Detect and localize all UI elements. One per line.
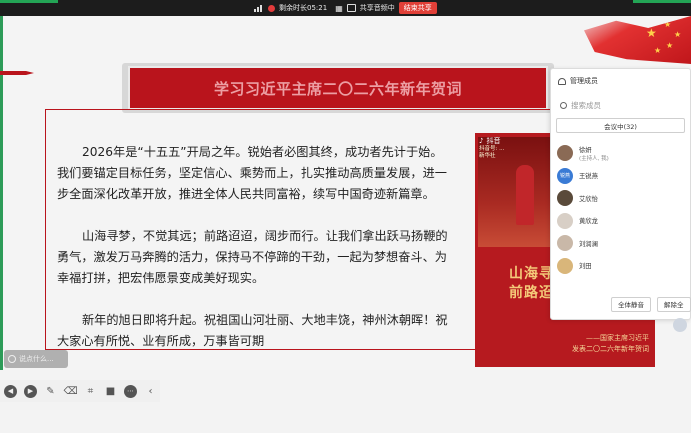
screenshot-icon[interactable]: ⌗ xyxy=(84,385,97,398)
account-name: 新华社 xyxy=(479,153,496,159)
paragraph-1: 2026年是“十五五”开局之年。锐始者必图其终，成功者先计于始。我们要锚定目标任… xyxy=(57,145,447,201)
prev-icon[interactable]: ◀ xyxy=(4,384,17,398)
flag-star-icon: ★ xyxy=(664,20,672,29)
unmute-all-button[interactable]: 解除全 xyxy=(657,296,691,312)
pen-icon[interactable]: ✎ xyxy=(44,385,57,398)
share-status: 共享音频中 xyxy=(359,4,395,12)
members-panel: 管理成员 搜索成员 会议中(32) 徐妍 (主持人, 我) 锐燕 王锐燕 艾欣怡 黄欣龙刘… xyxy=(550,68,691,320)
member-row[interactable]: 黄欣龙 xyxy=(551,210,690,233)
paragraph-3: 新年的旭日即将升起。祝祖国山河壮丽、大地丰饶，神州沐朝晖！祝大家心有所悦、业有所… xyxy=(57,313,448,348)
member-name: 黄欣龙 xyxy=(579,218,598,226)
sign-line-1: ——国家主席习近平 xyxy=(586,334,649,342)
bottom-area-right xyxy=(160,370,691,433)
slide-title-box: 学习习近平主席二〇二六年新年贺词 xyxy=(128,66,548,110)
avatar xyxy=(557,190,573,207)
sign-line-2: 发表二〇二六年新年贺词 xyxy=(572,345,649,353)
douyin-logo-icon: ♪ xyxy=(479,137,484,145)
red-flag-decoration: ★ ★ ★ ★ ★ xyxy=(584,16,691,64)
chat-placeholder: 说点什么... xyxy=(19,355,54,363)
chat-input[interactable]: 说点什么... xyxy=(4,350,68,368)
panel-footer: 全体静音 解除全 xyxy=(551,289,691,319)
member-row[interactable]: 刘田 xyxy=(551,255,690,278)
douyin-badge: ♪ 抖音 xyxy=(479,136,500,146)
member-role: (主持人, 我) xyxy=(579,155,609,162)
member-row[interactable]: 锐燕 王锐燕 xyxy=(551,165,690,188)
annotation-toolbar: ◀ ▶ ✎ ⌫ ⌗ ■ ⋯ ‹ xyxy=(0,380,160,402)
member-name: 艾欣怡 xyxy=(579,195,598,203)
search-input[interactable]: 搜索成员 xyxy=(571,100,601,111)
screen: 剩余时长05:21 ▦ 共享音频中 结束共享 ★ ★ ★ ★ ★ 学习习近平主席… xyxy=(0,0,691,433)
member-name: 徐妍 xyxy=(579,146,592,154)
more-icon[interactable]: ⋯ xyxy=(124,384,137,398)
flag-star-icon: ★ xyxy=(674,30,682,39)
tab-in-meeting[interactable]: 会议中(32) xyxy=(556,118,685,133)
arrow-decoration xyxy=(0,71,34,75)
remaining-time: 剩余时长05:21 xyxy=(279,4,328,12)
account-id: 抖音号: ... xyxy=(479,146,505,152)
avatar xyxy=(557,257,573,274)
member-list: 徐妍 (主持人, 我) 锐燕 王锐燕 艾欣怡 黄欣龙 刘润澜 刘田 xyxy=(551,142,690,277)
poster-signature: ——国家主席习近平 发表二〇二六年新年贺词 xyxy=(519,333,649,355)
layout-icon[interactable]: ▦ xyxy=(335,4,343,13)
meeting-controls: 剩余时长05:21 ▦ 共享音频中 结束共享 xyxy=(254,1,437,15)
mute-all-button[interactable]: 全体静音 xyxy=(611,296,651,312)
flag-star-icon: ★ xyxy=(666,41,674,50)
poster-account: 抖音号: ... 新华社 xyxy=(479,146,504,160)
meeting-top-bar: 剩余时长05:21 ▦ 共享音频中 结束共享 xyxy=(0,0,691,16)
paragraph-2: 山海寻梦，不觉其远；前路迢迢，阔步而行。让我们拿出跃马扬鞭的勇气，激发万马奔腾的… xyxy=(57,229,448,285)
member-search[interactable]: 搜索成员 xyxy=(556,96,685,114)
members-icon xyxy=(558,77,566,85)
avatar xyxy=(557,235,573,252)
member-name: 王锐燕 xyxy=(579,173,598,181)
camera-icon[interactable]: ■ xyxy=(104,385,117,398)
avatar: 锐燕 xyxy=(557,167,573,184)
flag-star-icon: ★ xyxy=(646,26,657,40)
search-icon xyxy=(560,101,567,109)
flag-star-icon: ★ xyxy=(654,46,662,55)
collapse-icon[interactable]: ‹ xyxy=(144,385,157,398)
member-row[interactable]: 艾欣怡 xyxy=(551,187,690,210)
green-strip-right xyxy=(633,0,691,3)
member-name: 刘润澜 xyxy=(579,240,598,248)
stop-share-button[interactable]: 结束共享 xyxy=(398,2,437,14)
avatar xyxy=(557,212,573,229)
member-row[interactable]: 徐妍 (主持人, 我) xyxy=(551,142,690,165)
slogan-line-1: 山海寻 xyxy=(509,266,554,282)
panel-header: 管理成员 xyxy=(551,69,690,93)
figure-image xyxy=(516,165,534,225)
member-row[interactable]: 刘润澜 xyxy=(551,232,690,255)
record-dot-icon xyxy=(268,4,275,12)
member-name: 刘田 xyxy=(579,263,592,271)
chat-icon xyxy=(8,355,16,363)
panel-title: 管理成员 xyxy=(570,77,598,85)
avatar xyxy=(557,145,573,162)
eraser-icon[interactable]: ⌫ xyxy=(63,385,77,398)
douyin-label: 抖音 xyxy=(486,137,501,145)
poster-slogan: 山海寻 前路迢 xyxy=(509,265,554,303)
avatar[interactable] xyxy=(673,318,687,332)
audio-share-icon xyxy=(346,4,356,12)
slogan-line-2: 前路迢 xyxy=(509,285,554,301)
next-icon[interactable]: ▶ xyxy=(24,384,37,398)
slide-title: 学习习近平主席二〇二六年新年贺词 xyxy=(213,79,462,98)
signal-icon xyxy=(254,4,264,12)
green-strip-left xyxy=(0,0,58,3)
